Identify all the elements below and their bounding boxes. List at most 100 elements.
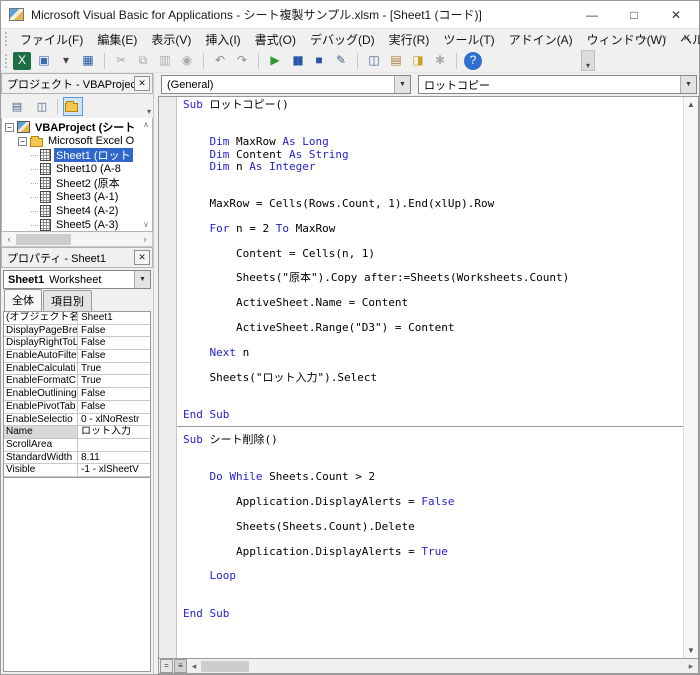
properties-window-button[interactable]: ▤ xyxy=(387,52,405,70)
code-line[interactable] xyxy=(183,260,683,272)
property-name[interactable]: Name xyxy=(4,426,78,439)
code-line[interactable]: Application.DisplayAlerts = False xyxy=(183,496,683,508)
menu-item-7[interactable]: ツール(T) xyxy=(436,30,501,49)
object-browser-button[interactable]: ◨ xyxy=(409,52,427,70)
menu-item-8[interactable]: アドイン(A) xyxy=(502,30,580,49)
properties-panel-close-icon[interactable]: ✕ xyxy=(134,250,150,265)
minimize-button[interactable]: — xyxy=(571,1,613,29)
project-toolbar-options-button[interactable]: ▾ xyxy=(147,107,151,116)
tree-item[interactable]: Sheet4 (A-2) xyxy=(2,204,152,218)
tree-item[interactable]: − Microsoft Excel O xyxy=(2,134,152,148)
menu-item-0[interactable]: ファイル(F) xyxy=(13,30,90,49)
code-text-area[interactable]: Sub ロットコピー() Dim MaxRow As Long Dim Cont… xyxy=(177,97,683,658)
toolbox-button[interactable]: ✱ xyxy=(431,52,449,70)
code-line[interactable] xyxy=(183,396,683,408)
property-value[interactable]: True xyxy=(78,363,150,376)
design-mode-button[interactable]: ✎ xyxy=(332,52,350,70)
property-value[interactable]: 0 - xlNoRestr xyxy=(78,414,150,427)
object-selector-dropdown[interactable]: Sheet1 Worksheet ▼ xyxy=(3,270,151,289)
toolbar-grip-handle[interactable] xyxy=(5,53,7,68)
property-name[interactable]: EnableSelectio xyxy=(4,413,78,427)
chevron-down-icon[interactable]: ▼ xyxy=(680,76,696,93)
scroll-down-icon[interactable]: ∨ xyxy=(143,220,149,229)
tab-alphabetic[interactable]: 全体 xyxy=(4,289,42,311)
code-line[interactable]: Loop xyxy=(183,570,683,582)
code-line[interactable]: Sheets("ロット入力").Select xyxy=(183,372,683,384)
property-name[interactable]: EnableAutoFilte xyxy=(4,350,78,363)
menubar-grip-handle[interactable] xyxy=(5,32,7,46)
property-name[interactable]: (オブジェクト名) xyxy=(4,312,78,325)
code-line[interactable] xyxy=(183,235,683,247)
property-value[interactable]: False xyxy=(78,350,150,363)
code-line[interactable] xyxy=(183,484,683,496)
code-line[interactable]: Sub ロットコピー() xyxy=(183,99,683,111)
code-line[interactable]: Content = Cells(n, 1) xyxy=(183,248,683,260)
property-value[interactable]: False xyxy=(78,337,150,351)
code-line[interactable]: For n = 2 To MaxRow xyxy=(183,223,683,235)
property-value[interactable]: ロット入力 xyxy=(78,426,150,439)
chevron-down-icon[interactable]: ▼ xyxy=(134,271,150,288)
insert-userform-button[interactable]: ▣ xyxy=(35,52,53,70)
reset-button[interactable]: ■ xyxy=(310,52,328,70)
property-value[interactable]: False xyxy=(78,388,150,401)
code-line[interactable]: Sheets("原本").Copy after:=Sheets(Workshee… xyxy=(183,272,683,284)
property-value[interactable]: False xyxy=(78,401,150,414)
code-line[interactable] xyxy=(183,583,683,595)
tree-item[interactable]: Sheet1 (ロット xyxy=(2,148,152,162)
property-value[interactable]: -1 - xlSheetV xyxy=(78,464,150,477)
code-line[interactable] xyxy=(183,124,683,136)
property-name[interactable]: EnableCalculati xyxy=(4,362,78,376)
mdi-close-button[interactable]: ✕ xyxy=(683,29,691,49)
scroll-up-icon[interactable]: ∧ xyxy=(143,120,149,129)
code-line[interactable]: ActiveSheet.Range("D3") = Content xyxy=(183,322,683,334)
tree-item[interactable]: Sheet5 (A-3) xyxy=(2,218,152,231)
code-line[interactable] xyxy=(183,384,683,396)
scroll-down-icon[interactable]: ▼ xyxy=(687,646,695,655)
property-value[interactable]: 8.11 xyxy=(78,452,150,465)
code-editor[interactable]: Sub ロットコピー() Dim MaxRow As Long Dim Cont… xyxy=(158,96,699,658)
break-button[interactable]: ▮▮ xyxy=(288,52,306,70)
run-button[interactable]: ▶ xyxy=(266,52,284,70)
hscroll-thumb[interactable] xyxy=(201,660,249,672)
hscroll-thumb[interactable] xyxy=(16,233,71,245)
project-tree-hscrollbar[interactable]: ‹ › xyxy=(1,232,153,247)
code-line[interactable] xyxy=(183,310,683,322)
full-module-view-button[interactable]: ≡ xyxy=(174,659,187,673)
property-name[interactable]: DisplayRightToL xyxy=(4,337,78,351)
code-line[interactable] xyxy=(183,211,683,223)
procedure-view-button[interactable]: = xyxy=(160,659,173,673)
code-line[interactable]: End Sub xyxy=(183,608,683,620)
property-name[interactable]: StandardWidth xyxy=(4,451,78,465)
cut-button[interactable]: ✂ xyxy=(112,52,130,70)
view-code-button[interactable]: ▤ xyxy=(7,97,27,116)
project-tree-vscrollbar[interactable]: ∧ ∨ xyxy=(140,118,152,231)
scroll-right-icon[interactable]: ▸ xyxy=(684,661,698,672)
maximize-button[interactable]: □ xyxy=(613,1,655,29)
code-line[interactable]: Application.DisplayAlerts = True xyxy=(183,546,683,558)
code-line[interactable]: Do While Sheets.Count > 2 xyxy=(183,471,683,483)
scroll-right-icon[interactable]: › xyxy=(138,234,152,244)
property-value[interactable]: False xyxy=(78,325,150,338)
property-name[interactable]: DisplayPageBre xyxy=(4,324,78,338)
project-panel-close-icon[interactable]: ✕ xyxy=(134,76,150,91)
menu-item-4[interactable]: 書式(O) xyxy=(248,30,303,49)
tree-item[interactable]: Sheet2 (原本 xyxy=(2,176,152,190)
code-line[interactable] xyxy=(183,509,683,521)
tree-item[interactable]: Sheet10 (A-8 xyxy=(2,162,152,176)
code-line[interactable] xyxy=(183,533,683,545)
property-name[interactable]: ScrollArea xyxy=(4,438,78,452)
menu-item-6[interactable]: 実行(R) xyxy=(382,30,437,49)
toggle-folders-button[interactable] xyxy=(63,96,83,116)
code-line[interactable]: Dim MaxRow As Long xyxy=(183,136,683,148)
toolbar-options-button[interactable]: ▾ xyxy=(581,50,595,71)
code-line[interactable] xyxy=(183,359,683,371)
find-button[interactable]: ◉ xyxy=(178,52,196,70)
code-line[interactable] xyxy=(183,447,683,459)
menu-item-5[interactable]: デバッグ(D) xyxy=(303,30,382,49)
property-value[interactable]: Sheet1 xyxy=(78,312,150,325)
code-line[interactable]: Sheets(Sheets.Count).Delete xyxy=(183,521,683,533)
code-line[interactable] xyxy=(183,558,683,570)
code-line[interactable] xyxy=(183,173,683,185)
tree-item[interactable]: − VBAProject (シート xyxy=(2,120,152,134)
property-name[interactable]: Visible xyxy=(4,464,78,477)
